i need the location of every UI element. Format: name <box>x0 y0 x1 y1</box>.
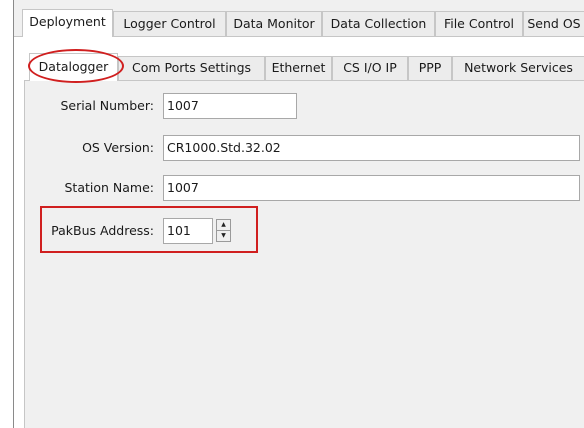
serial-number-label: Serial Number: <box>60 98 154 113</box>
tab-data-collection[interactable]: Data Collection <box>322 11 435 36</box>
station-name-label: Station Name: <box>64 180 154 195</box>
os-version-label: OS Version: <box>82 140 154 155</box>
tab-logger-control[interactable]: Logger Control <box>113 11 226 36</box>
pakbus-address-label: PakBus Address: <box>51 223 154 238</box>
app-window: Deployment Logger Control Data Monitor D… <box>13 0 584 428</box>
os-version-field[interactable]: CR1000.Std.32.02 <box>163 135 580 161</box>
pakbus-address-spinner[interactable]: ▲ ▼ <box>216 219 231 242</box>
spin-up-icon[interactable]: ▲ <box>216 219 231 231</box>
subtab-network-services[interactable]: Network Services <box>452 56 584 80</box>
tab-send-os[interactable]: Send OS <box>523 11 584 36</box>
tab-data-monitor[interactable]: Data Monitor <box>226 11 322 36</box>
serial-number-field[interactable]: 1007 <box>163 93 297 119</box>
datalogger-panel <box>24 81 584 428</box>
subtab-com-ports-settings[interactable]: Com Ports Settings <box>118 56 265 80</box>
subtab-datalogger[interactable]: Datalogger <box>29 53 118 81</box>
spin-down-icon[interactable]: ▼ <box>216 231 231 242</box>
subtab-ppp[interactable]: PPP <box>408 56 452 80</box>
subtab-cs-io-ip[interactable]: CS I/O IP <box>332 56 408 80</box>
tab-deployment[interactable]: Deployment <box>22 9 113 37</box>
station-name-field[interactable]: 1007 <box>163 175 580 201</box>
subtab-ethernet[interactable]: Ethernet <box>265 56 332 80</box>
pakbus-address-field[interactable]: 101 <box>163 218 213 244</box>
tab-file-control[interactable]: File Control <box>435 11 523 36</box>
